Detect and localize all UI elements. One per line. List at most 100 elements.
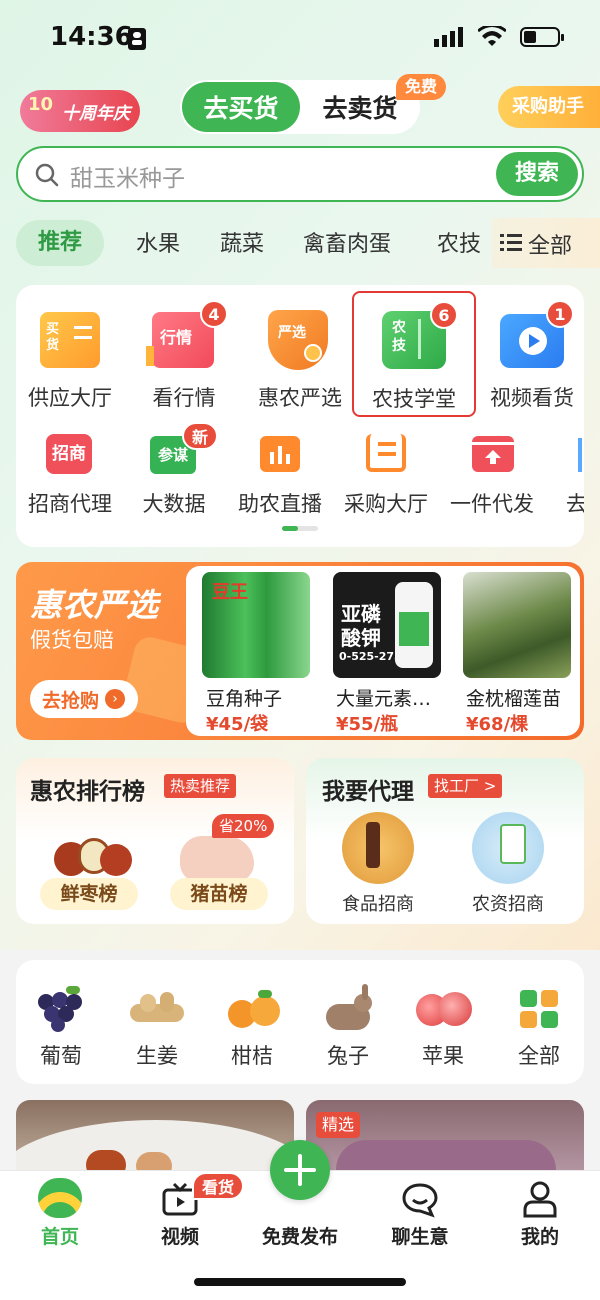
product-name-bean-seeds: 豆角种子: [206, 688, 283, 710]
service-supply-hall[interactable]: 买货 供应大厅: [20, 300, 120, 410]
ginger-icon[interactable]: [130, 992, 184, 1026]
trade-switch: 去买货 去卖货: [180, 80, 420, 134]
service-dropship[interactable]: 一件代发: [442, 428, 542, 528]
wifi-icon: [478, 26, 506, 46]
video-badge: 看货: [192, 1172, 245, 1200]
purchase-hall-icon: [366, 434, 406, 472]
plus-icon: [270, 1140, 330, 1200]
franchise-icon: 招商: [46, 434, 92, 474]
user-icon: [523, 1181, 557, 1218]
tab-publish-label: 免费发布: [261, 1226, 338, 1248]
search-input[interactable]: 甜玉米种子: [70, 159, 185, 193]
chat-icon: [402, 1183, 438, 1218]
rabbit-icon[interactable]: [322, 984, 378, 1032]
ranking-piglet-button[interactable]: 猪苗榜: [170, 878, 268, 910]
livestream-icon: [260, 436, 300, 472]
fruit-cat-grape[interactable]: 葡萄: [13, 1040, 109, 1070]
big-data-badge: 新: [182, 422, 219, 450]
signal-icon: [434, 27, 463, 47]
service-more-label: 去: [566, 492, 584, 516]
anniversary-badge[interactable]: 10 十周年庆: [20, 90, 140, 132]
tab-chat[interactable]: 聊生意: [370, 1178, 470, 1250]
fruit-cat-apple[interactable]: 苹果: [395, 1040, 491, 1070]
promo-cta-button[interactable]: 去抢购 ›: [30, 680, 138, 718]
service-strict-select[interactable]: 严选 惠农严选: [250, 300, 350, 410]
strict-select-icon: 严选: [268, 310, 328, 370]
franchise-label: 招商代理: [28, 492, 112, 516]
service-livestream[interactable]: 助农直播: [230, 428, 330, 528]
promo-cta-label: 去抢购: [42, 689, 100, 712]
status-right: [434, 26, 564, 48]
grape-icon[interactable]: [36, 986, 88, 1032]
product-price-durian-seedling: ¥68/棵: [466, 714, 529, 735]
search-button[interactable]: 搜索: [496, 152, 578, 196]
category-tab-livestock[interactable]: 禽畜肉蛋: [303, 226, 391, 258]
tab-home[interactable]: 首页: [10, 1178, 110, 1250]
service-video-goods[interactable]: 1 视频看货: [482, 300, 582, 410]
ranking-tag: 热卖推荐: [164, 774, 237, 798]
purchase-assistant-button[interactable]: 采购助手: [498, 86, 600, 128]
status-id-icon: [128, 28, 146, 50]
fruit-cat-all[interactable]: 全部: [491, 1040, 587, 1070]
home-indicator: [194, 1278, 406, 1286]
product-price-bean-seeds: ¥45/袋: [206, 714, 269, 735]
status-time: 14:36: [50, 22, 133, 52]
ranking-jujube-button[interactable]: 鲜枣榜: [40, 878, 138, 910]
category-tab-vegetable[interactable]: 蔬菜: [220, 226, 264, 258]
market-trend-label: 看行情: [152, 386, 216, 410]
category-tab-fruit[interactable]: 水果: [136, 226, 180, 258]
service-market-trend[interactable]: 行情 4 看行情: [134, 300, 234, 410]
anniversary-text: 十周年庆: [62, 103, 130, 124]
service-agritech-school[interactable]: 农技 6 农技学堂: [352, 291, 476, 417]
agent-title: 我要代理: [322, 779, 414, 805]
agent-tag[interactable]: 找工厂 >: [428, 774, 503, 798]
ranking-discount-badge: 省20%: [212, 814, 275, 838]
product-price-fertilizer: ¥55/瓶: [336, 714, 399, 735]
ranking-card[interactable]: 惠农排行榜 热卖推荐 鲜枣榜 省20% 猪苗榜: [16, 758, 294, 924]
page-indicator: [282, 526, 318, 531]
food-franchise-image: [342, 812, 414, 884]
fruit-cat-rabbit[interactable]: 兔子: [300, 1040, 396, 1070]
service-more[interactable]: 去: [560, 428, 584, 528]
service-big-data[interactable]: 参谋 新 大数据: [124, 422, 224, 528]
product-image-fertilizer[interactable]: 亚磷 酸钾 0-525-275: [333, 572, 441, 678]
search-icon: [35, 163, 59, 187]
fruit-cat-ginger[interactable]: 生姜: [109, 1040, 205, 1070]
tab-video-label: 视频: [160, 1226, 199, 1248]
promo-title: 惠农严选: [30, 586, 159, 624]
product-image-bean-seeds[interactable]: 豆王: [202, 572, 310, 678]
all-grid-icon[interactable]: [520, 990, 558, 1028]
tab-chat-label: 聊生意: [391, 1226, 449, 1248]
agritech-school-badge: 6: [430, 301, 458, 329]
food-franchise-label[interactable]: 食品招商: [328, 890, 428, 916]
apple-icon[interactable]: [416, 988, 472, 1028]
home-icon: [38, 1178, 82, 1218]
promo-subtitle: 假货包赔: [30, 628, 114, 652]
category-tab-agritech[interactable]: 农技: [437, 226, 493, 258]
fruit-cat-citrus[interactable]: 柑桔: [204, 1040, 300, 1070]
citrus-icon[interactable]: [228, 990, 284, 1028]
supply-hall-label: 供应大厅: [28, 386, 112, 410]
list-icon: [500, 234, 522, 251]
category-all-button[interactable]: 全部: [492, 218, 600, 268]
jujube-image: [50, 838, 132, 880]
agri-supplies-label[interactable]: 农资招商: [458, 890, 558, 916]
product-image-durian-seedling[interactable]: [463, 572, 571, 678]
tab-mine-label: 我的: [520, 1226, 559, 1248]
tab-publish[interactable]: 免费发布: [250, 1140, 350, 1250]
buy-tab[interactable]: 去买货: [182, 82, 300, 132]
search-bar[interactable]: 甜玉米种子 搜索: [16, 146, 584, 202]
big-data-label: 大数据: [142, 492, 206, 516]
service-franchise[interactable]: 招商 招商代理: [20, 428, 120, 528]
dropship-label: 一件代发: [450, 492, 534, 516]
category-tab-recommend[interactable]: 推荐: [16, 220, 104, 266]
agent-card[interactable]: 我要代理 找工厂 > 食品招商 农资招商: [306, 758, 584, 924]
strict-select-label: 惠农严选: [258, 386, 342, 410]
product-name-durian-seedling: 金枕榴莲苗: [466, 688, 562, 710]
service-purchase-hall[interactable]: 采购大厅: [336, 428, 436, 528]
featured-tag: 精选: [316, 1112, 361, 1138]
market-trend-badge: 4: [200, 300, 228, 328]
tab-mine[interactable]: 我的: [490, 1178, 590, 1250]
video-goods-label: 视频看货: [490, 386, 574, 410]
purchase-hall-label: 采购大厅: [344, 492, 428, 516]
